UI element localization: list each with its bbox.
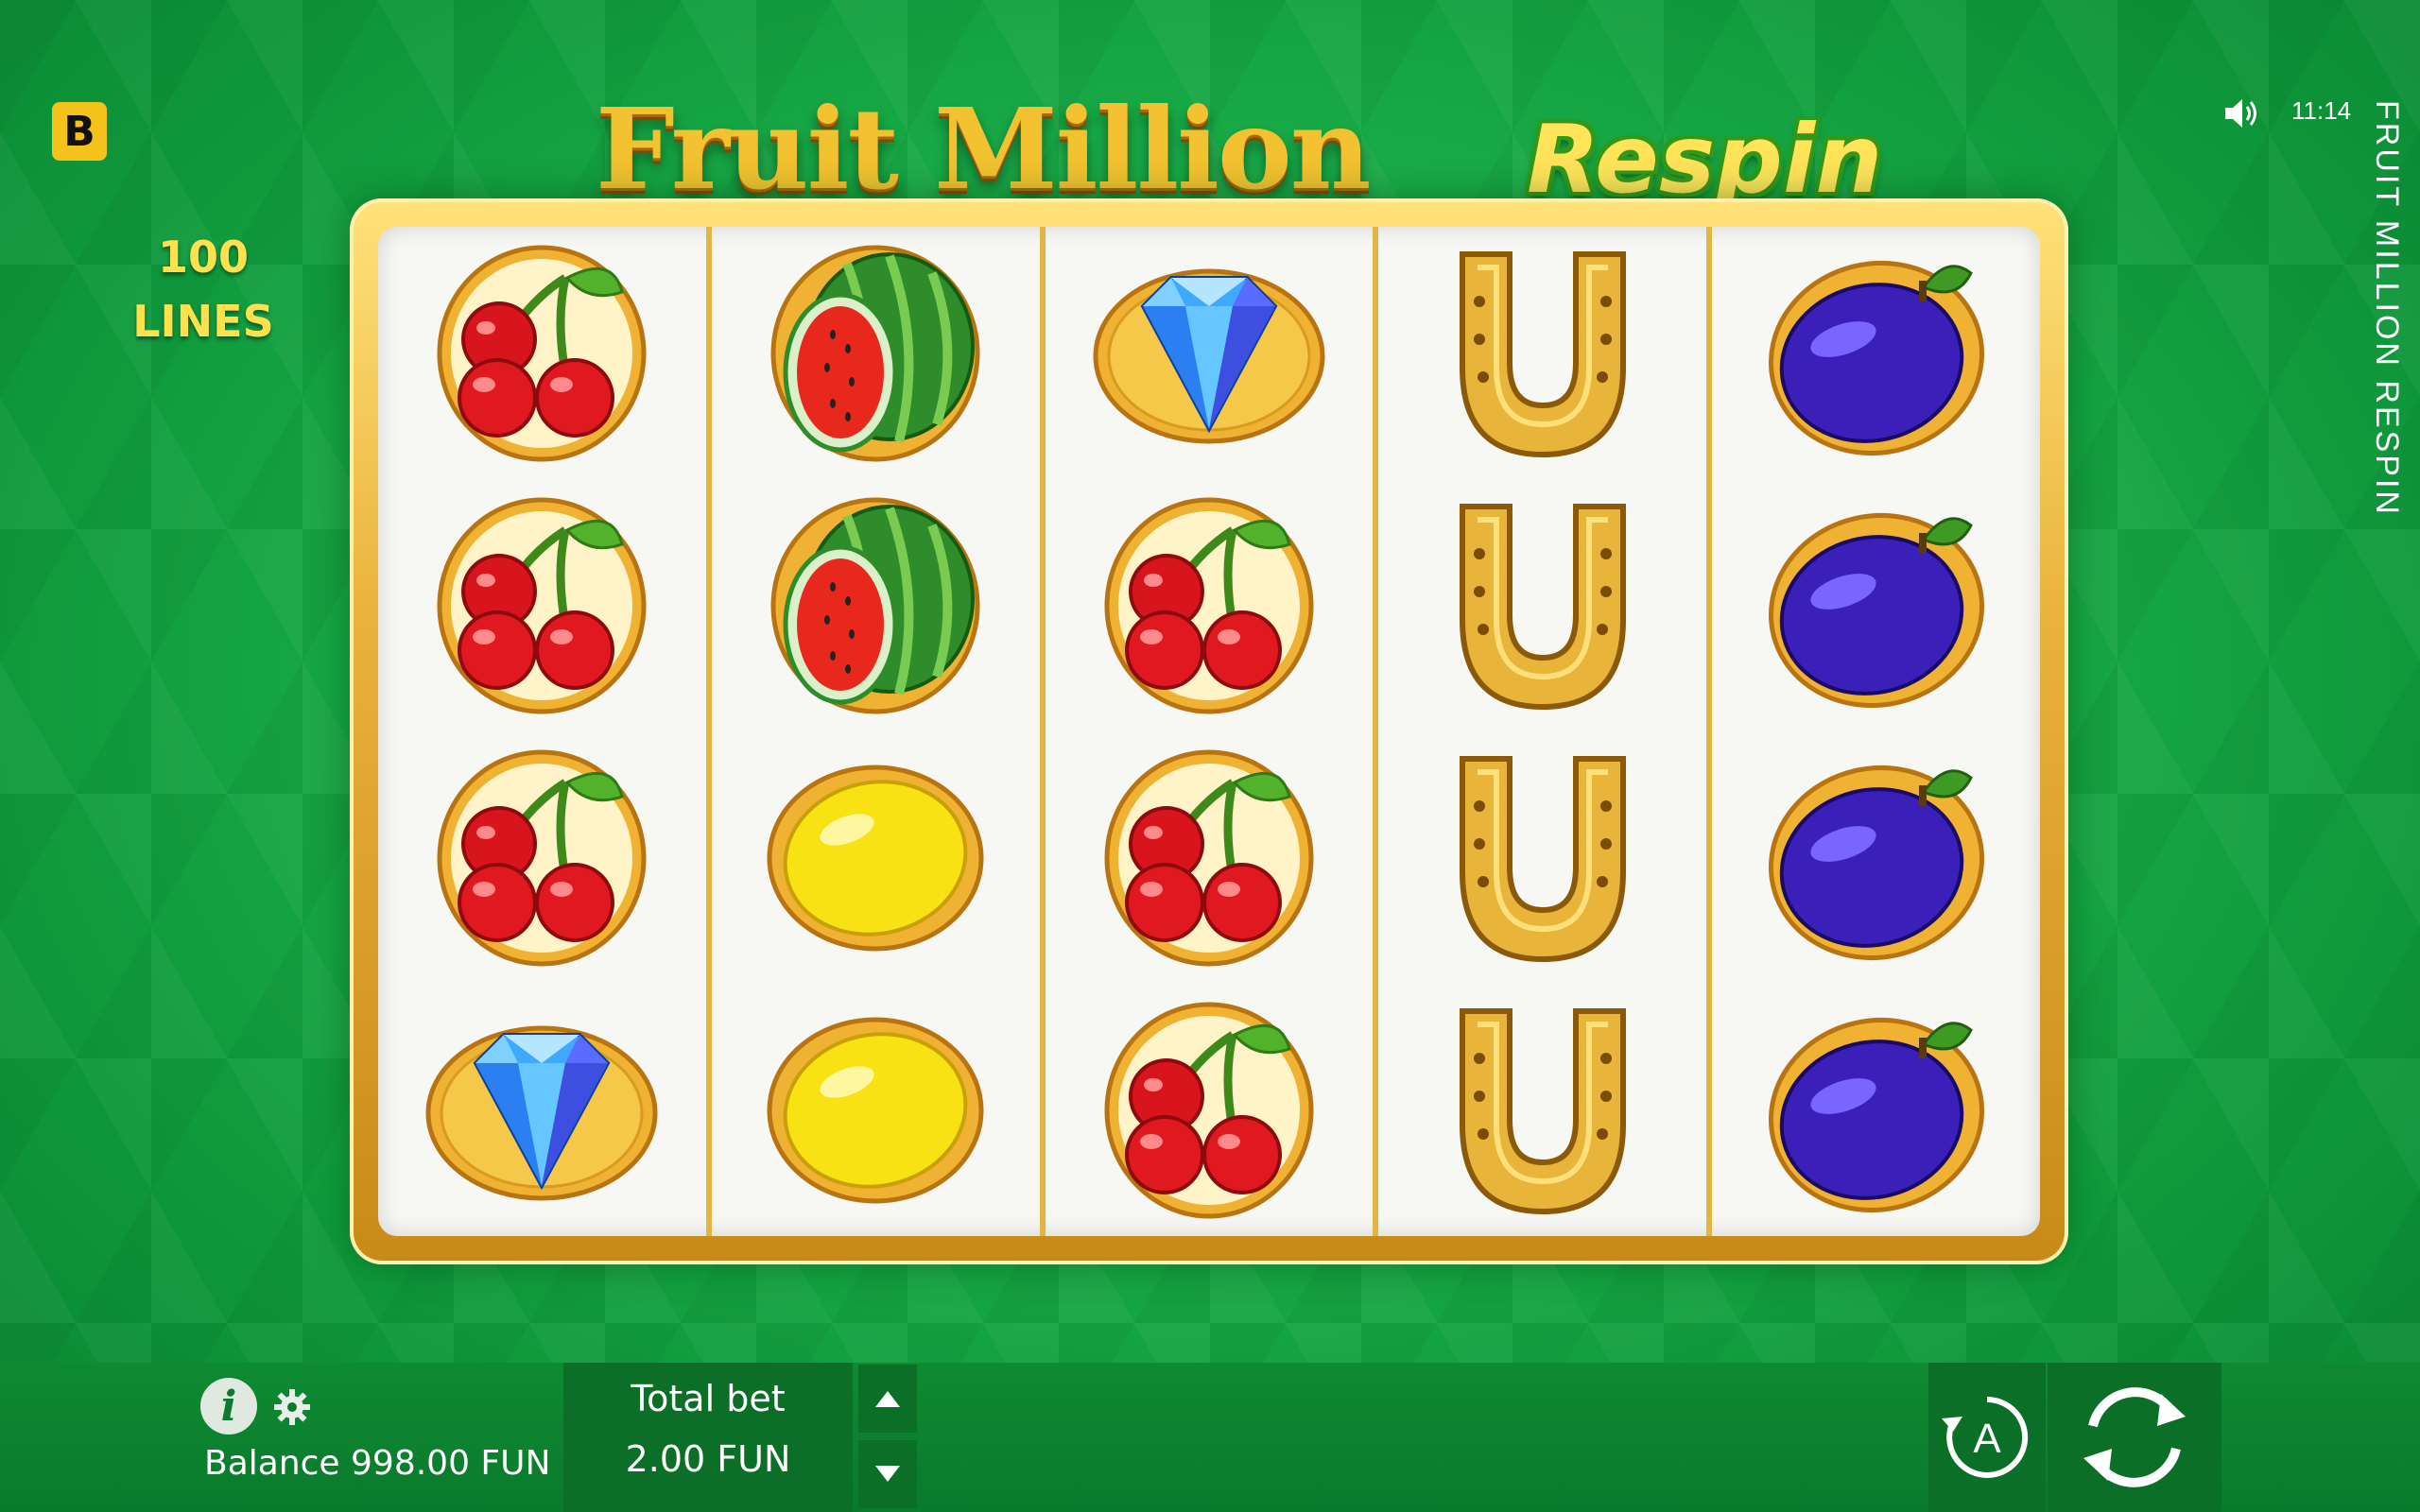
- reel-cell: [378, 984, 706, 1236]
- plum-symbol: [1768, 1017, 1984, 1212]
- reel-cell: [1046, 479, 1374, 731]
- reel-cell: [1712, 984, 2040, 1236]
- reel-grid: [378, 227, 2040, 1236]
- plum-symbol: [1768, 765, 1984, 960]
- arrow-up-icon: [875, 1391, 900, 1407]
- lines-count: 100: [157, 232, 250, 283]
- reel-cell: [1046, 227, 1374, 479]
- bet-decrease-button[interactable]: [858, 1440, 917, 1508]
- horseshoe-symbol: [1459, 503, 1626, 710]
- reel-1: [378, 227, 712, 1236]
- reel-cell: [712, 479, 1040, 731]
- total-bet-value: 2.00 FUN: [625, 1438, 791, 1480]
- reel-cell: [378, 731, 706, 984]
- horseshoe-symbol: [1459, 1007, 1626, 1214]
- reel-4: [1378, 227, 1713, 1236]
- lemon-symbol: [767, 1017, 984, 1203]
- cherry-symbol: [437, 245, 647, 461]
- total-bet-label: Total bet: [631, 1378, 786, 1419]
- gear-icon[interactable]: [272, 1387, 312, 1427]
- reel-cell: [378, 479, 706, 731]
- reel-cell: [1712, 479, 2040, 731]
- autoplay-button[interactable]: A: [1928, 1363, 2046, 1512]
- reel-cell: [1378, 227, 1706, 479]
- horseshoe-symbol: [1459, 755, 1626, 962]
- cherry-symbol: [437, 749, 647, 966]
- reel-cell: [1378, 984, 1706, 1236]
- watermelon-symbol: [770, 497, 980, 713]
- bet-increase-button[interactable]: [858, 1365, 917, 1433]
- plum-symbol: [1768, 512, 1984, 708]
- reel-cell: [712, 731, 1040, 984]
- cherry-symbol: [437, 497, 647, 713]
- reel-cell: [712, 984, 1040, 1236]
- reel-cell: [1378, 479, 1706, 731]
- cherry-symbol: [1104, 1002, 1314, 1218]
- reel-cell: [378, 227, 706, 479]
- reel-cell: [1712, 227, 2040, 479]
- reel-cell: [1378, 731, 1706, 984]
- reel-cell: [1046, 731, 1374, 984]
- plum-symbol: [1768, 260, 1984, 455]
- balance-display: Balance 998.00 FUN: [204, 1444, 551, 1483]
- brand-logo[interactable]: B: [52, 102, 107, 161]
- diamond-symbol: [1093, 268, 1325, 443]
- reel-cell: [1712, 731, 2040, 984]
- lines-indicator: 100 LINES: [113, 225, 293, 353]
- autoplay-icon: A: [1942, 1396, 2029, 1478]
- reel-3: [1046, 227, 1379, 1236]
- lemon-symbol: [767, 765, 984, 951]
- cherry-symbol: [1104, 497, 1314, 713]
- svg-text:A: A: [1973, 1416, 2001, 1462]
- watermelon-symbol: [770, 245, 980, 461]
- lines-label: LINES: [132, 296, 274, 347]
- spin-icon: [2083, 1387, 2186, 1487]
- reel-cell: [712, 227, 1040, 479]
- reel-2: [712, 227, 1046, 1236]
- side-game-title: FRUIT MILLION RESPIN: [2369, 100, 2405, 517]
- cherry-symbol: [1104, 749, 1314, 966]
- clock: 11:14: [2291, 96, 2352, 125]
- reel-cell: [1046, 984, 1374, 1236]
- logo-title: Fruit Million: [596, 83, 1371, 215]
- arrow-down-icon: [875, 1466, 900, 1482]
- diamond-symbol: [425, 1025, 658, 1200]
- speaker-icon[interactable]: [2221, 94, 2263, 132]
- horseshoe-symbol: [1459, 250, 1626, 457]
- reel-5: [1712, 227, 2040, 1236]
- spin-button[interactable]: [2048, 1363, 2221, 1512]
- info-icon[interactable]: i: [200, 1378, 257, 1435]
